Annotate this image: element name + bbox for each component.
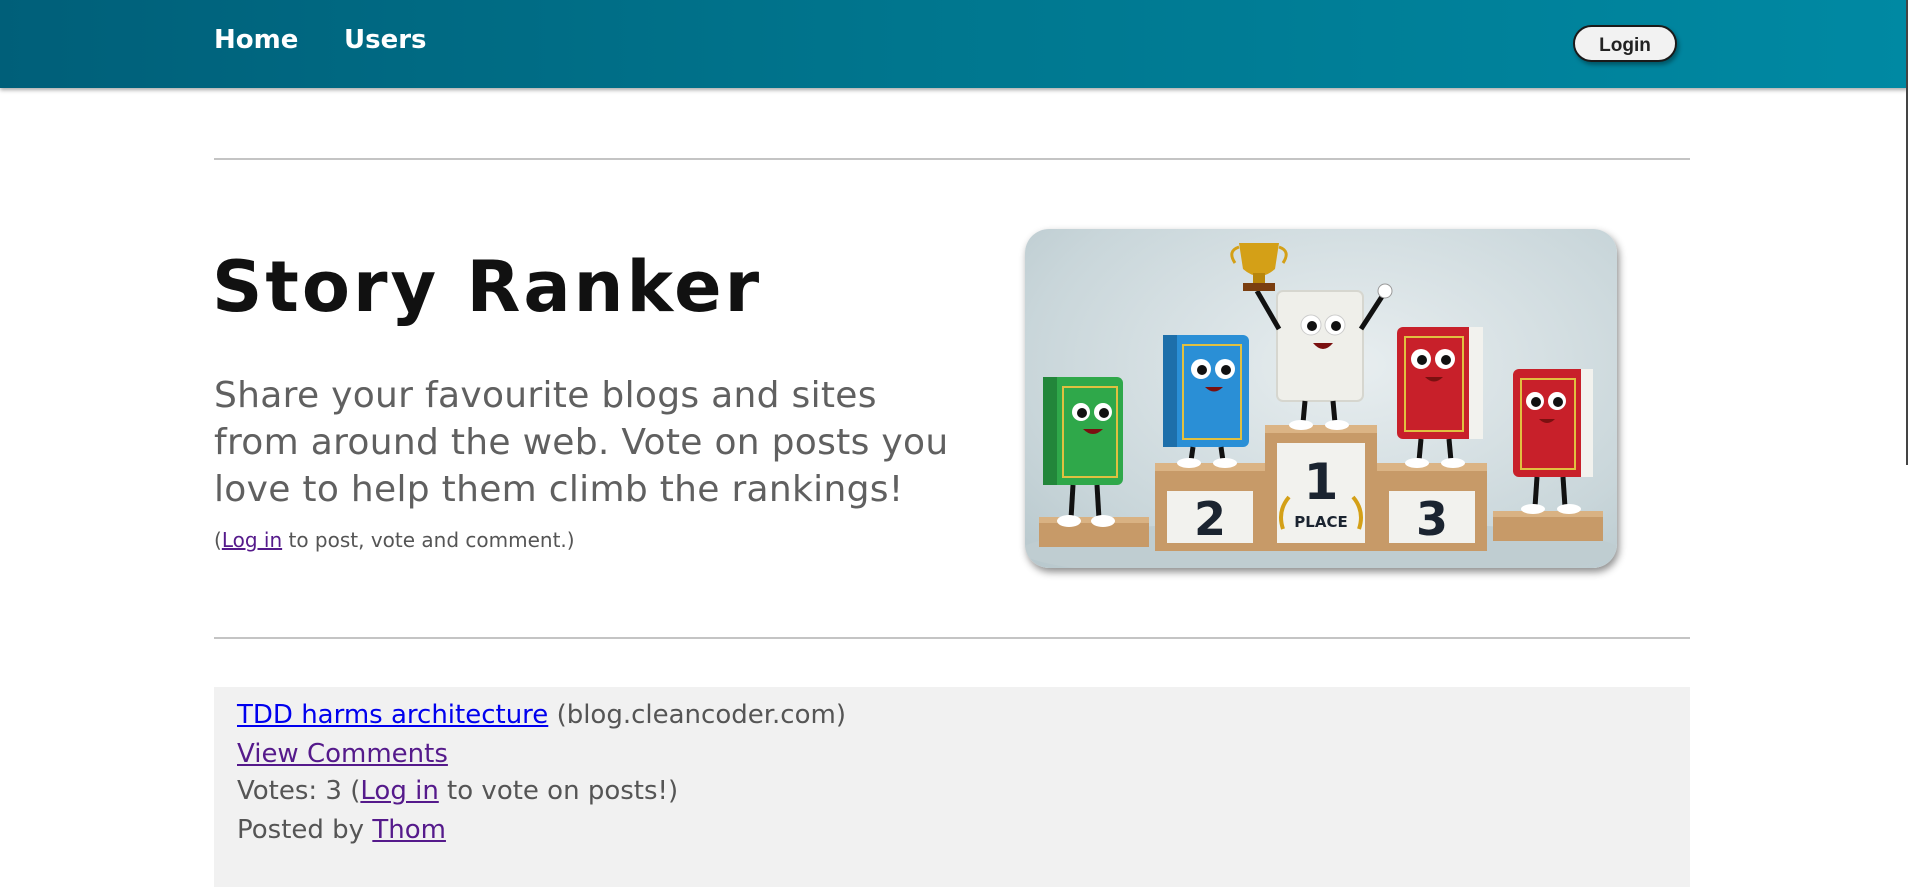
white-book-character bbox=[1254, 283, 1393, 430]
login-button[interactable]: Login bbox=[1573, 25, 1677, 62]
trophy-icon bbox=[1230, 243, 1288, 291]
hero-illustration: 2 1 PLACE 3 bbox=[1025, 229, 1617, 568]
section-divider bbox=[214, 637, 1690, 639]
green-book-character bbox=[1043, 377, 1123, 527]
top-navbar: Home Users Login bbox=[0, 0, 1908, 88]
top-divider bbox=[214, 158, 1690, 160]
post-author-line: Posted by Thom bbox=[237, 815, 446, 845]
votes-suffix: to vote on posts!) bbox=[438, 776, 679, 806]
hero-login-note: (Log in to post, vote and comment.) bbox=[214, 528, 575, 552]
page-title: Story Ranker bbox=[212, 246, 763, 328]
podium-label-3: 3 bbox=[1416, 492, 1448, 546]
view-comments-link[interactable]: View Comments bbox=[237, 739, 448, 769]
nav-users-link[interactable]: Users bbox=[344, 25, 427, 55]
podium-label-1: 1 bbox=[1304, 453, 1339, 511]
podium-label-2: 2 bbox=[1194, 492, 1226, 546]
post-domain: (blog.cleancoder.com) bbox=[556, 700, 846, 730]
post-item: TDD harms architecture (blog.cleancoder.… bbox=[214, 687, 1690, 887]
right-base bbox=[1493, 515, 1603, 541]
nav-home-link[interactable]: Home bbox=[214, 25, 298, 55]
post-author-link[interactable]: Thom bbox=[372, 815, 446, 845]
post-votes-line: Votes: 3 (Log in to vote on posts!) bbox=[237, 776, 678, 806]
post-title-line: TDD harms architecture (blog.cleancoder.… bbox=[237, 700, 846, 730]
post-comments-line: View Comments bbox=[237, 739, 448, 769]
red-book-character bbox=[1397, 327, 1483, 468]
hero-subtitle: Share your favourite blogs and sites fro… bbox=[214, 375, 949, 510]
note-prefix: ( bbox=[214, 528, 222, 552]
podium-label-place: PLACE bbox=[1294, 513, 1347, 531]
blue-book-character bbox=[1163, 335, 1249, 468]
votes-prefix: Votes: 3 ( bbox=[237, 776, 361, 806]
podium-books-illustration: 2 1 PLACE 3 bbox=[1025, 243, 1617, 568]
red-book-right-character bbox=[1513, 369, 1593, 514]
hero-login-link[interactable]: Log in bbox=[222, 528, 282, 552]
votes-login-link[interactable]: Log in bbox=[360, 776, 438, 806]
posted-by-prefix: Posted by bbox=[237, 815, 373, 845]
note-suffix: to post, vote and comment.) bbox=[282, 528, 575, 552]
post-title-link[interactable]: TDD harms architecture bbox=[237, 700, 548, 730]
